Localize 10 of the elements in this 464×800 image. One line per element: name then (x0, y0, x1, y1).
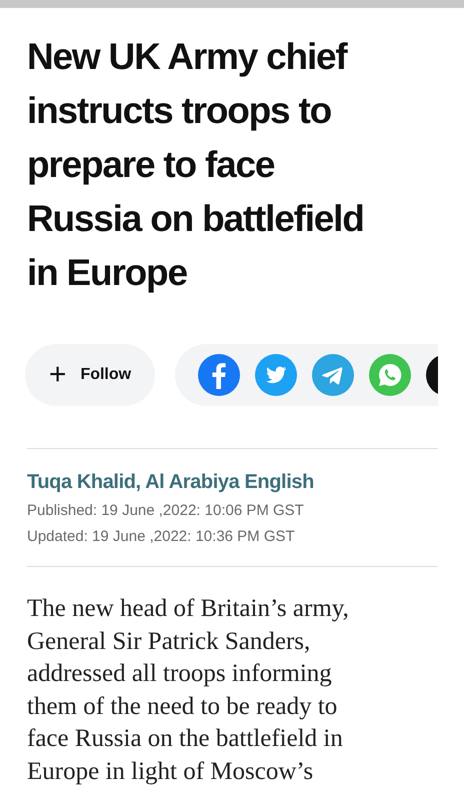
bird-icon[interactable] (255, 354, 297, 396)
updated-date: Updated: 19 June ,2022: 10:36 PM GST (27, 528, 296, 546)
author-byline[interactable]: Tuqa Khalid, Al Arabiya English (27, 471, 464, 494)
published-date: Published: 19 June ,2022: 10:06 PM GST (27, 502, 305, 520)
paper-plane-icon[interactable] (312, 354, 354, 396)
phone-bubble-icon[interactable] (369, 354, 411, 396)
article-paragraph: The new head of Britain’s army, General Sir Patrick Sanders, addressed all troops informing them of the need to be ready to face Russia on the battlefield in Europe in light of Moscow’s (27, 594, 350, 786)
article-headline: New UK Army chief instructs troops to prepare to face Russia on battlefield in Europe (27, 35, 365, 295)
facebook-icon[interactable] (198, 354, 240, 396)
follow-button[interactable]: + Follow (25, 344, 155, 406)
